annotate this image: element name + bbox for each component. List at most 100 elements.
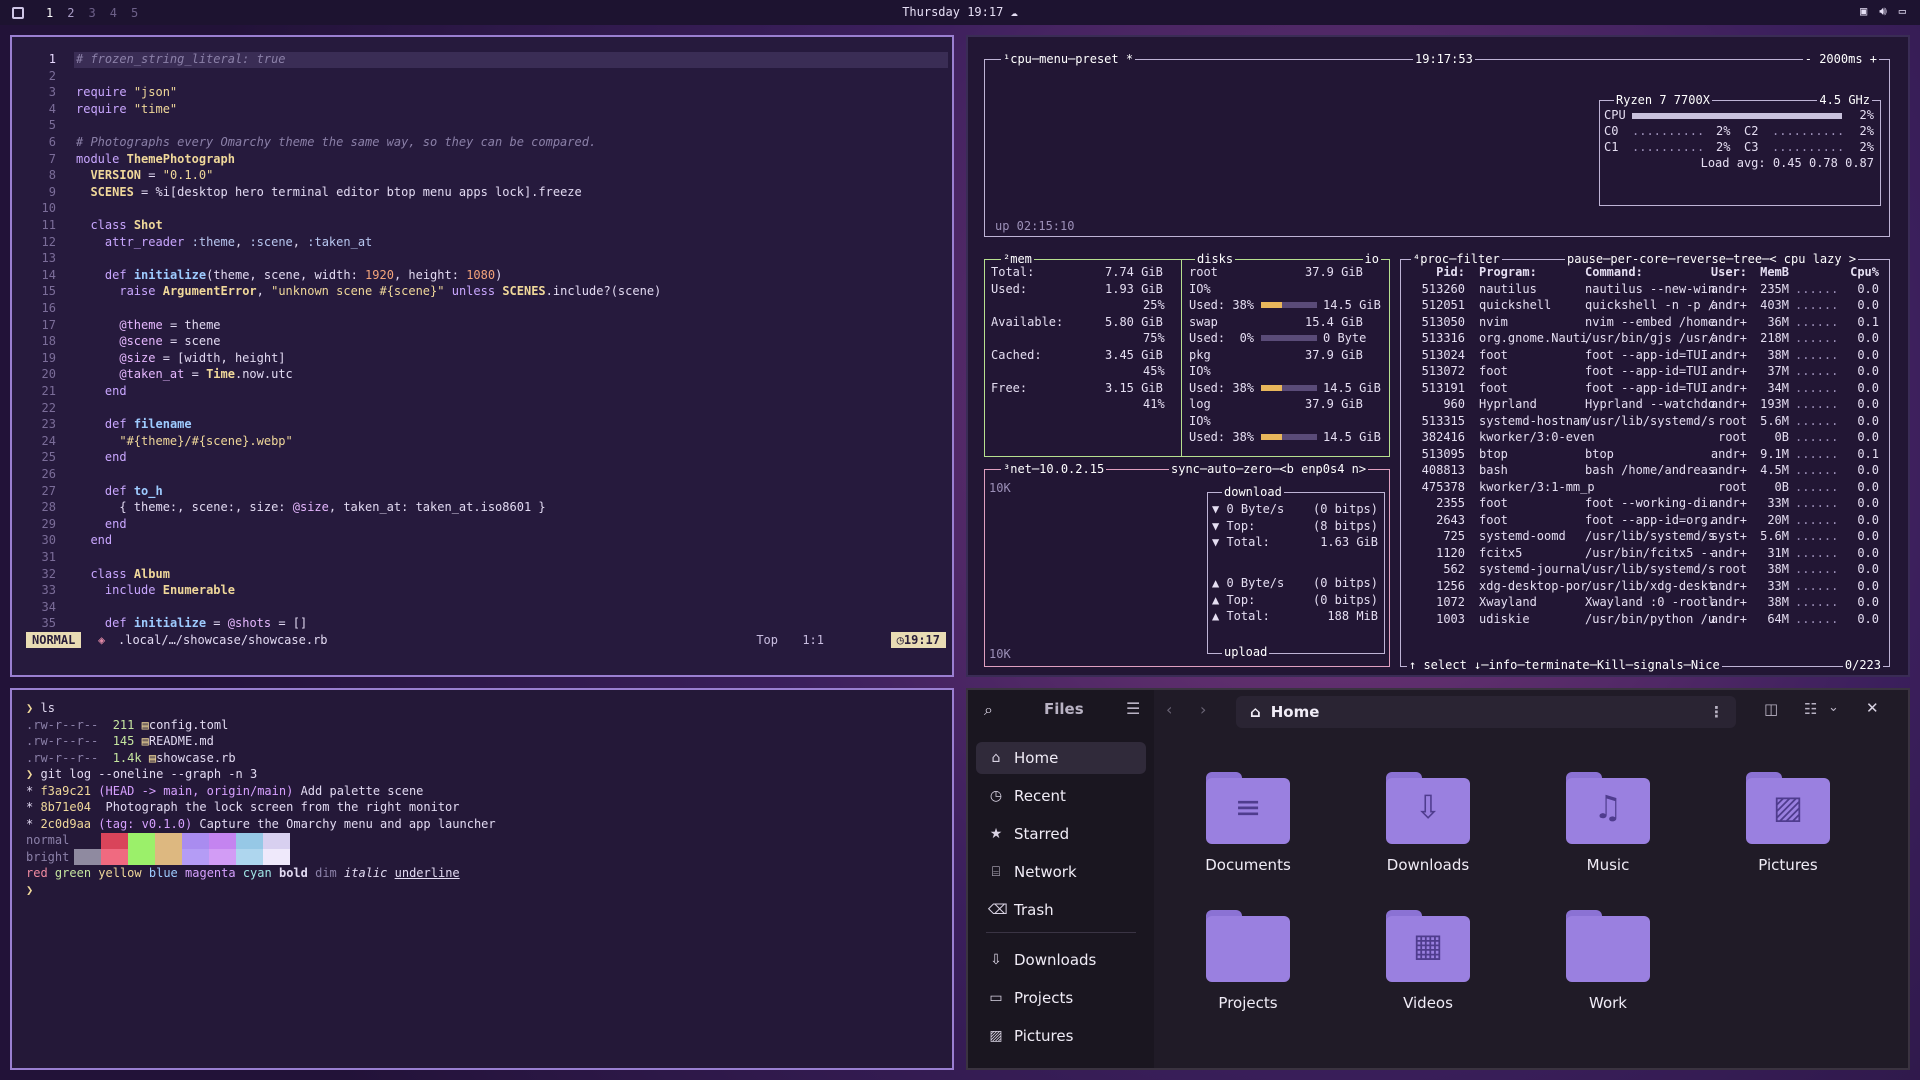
launcher-icon[interactable] [12, 6, 24, 19]
sidebar-item-downloads[interactable]: ⇩ Downloads [976, 944, 1146, 976]
folder-documents[interactable]: ≡ Documents [1178, 772, 1318, 874]
prompt-line[interactable]: ❯ ls [26, 700, 55, 717]
prompt-line[interactable]: ❯ git log --oneline --graph -n 3 [26, 766, 257, 783]
path-bar[interactable]: ⌂ Home ⋮ [1236, 696, 1736, 728]
net-zero-button[interactable]: zero [1243, 462, 1272, 476]
proc-kill[interactable]: Kill [1597, 658, 1626, 672]
preset-button[interactable]: preset * [1075, 52, 1133, 66]
mem-row-label: Available: [991, 314, 1064, 329]
net-auto-button[interactable]: auto [1207, 462, 1236, 476]
code-line[interactable]: 32 class Album [12, 566, 952, 583]
folder-downloads[interactable]: ⇩ Downloads [1358, 772, 1498, 874]
camera-icon[interactable]: ◫ [1764, 700, 1778, 718]
cpu-title[interactable]: ¹cpu [1003, 52, 1032, 66]
sidebar-item-starred[interactable]: ★ Starred [976, 818, 1146, 850]
code-line[interactable]: 25 end [12, 449, 952, 466]
code-line[interactable]: 23 def filename [12, 416, 952, 433]
proc-signals[interactable]: signals [1633, 658, 1684, 672]
code-line[interactable]: 7 module ThemePhotograph [12, 151, 952, 168]
chevron-down-icon[interactable]: ⌄ [1828, 700, 1839, 715]
sidebar-item-pictures[interactable]: ▨ Pictures [976, 1020, 1146, 1052]
files-window[interactable]: ⌕ Files ☰ ⌂ Home ◷ Recent ★ Starred ⌸ Network ⌫ T… [966, 688, 1910, 1070]
code-line[interactable]: 16 [12, 300, 952, 317]
search-icon[interactable]: ⌕ [984, 700, 993, 720]
workspace-1[interactable]: 1 [46, 6, 53, 20]
workspace-3[interactable]: 3 [88, 6, 95, 20]
neovim-window[interactable]: 1 # frozen_string_literal: true 2 3 require … [10, 35, 954, 677]
net-interface-selector[interactable]: <b enp0s4 n> [1279, 462, 1366, 476]
close-icon[interactable]: ✕ [1866, 699, 1879, 717]
proc-cell: 513050 [1421, 314, 1465, 329]
code-line[interactable]: 30 end [12, 532, 952, 549]
back-arrow-icon[interactable]: ‹ [1166, 700, 1172, 719]
code-line[interactable]: 17 @theme = theme [12, 317, 952, 334]
sidebar-item-network[interactable]: ⌸ Network [976, 856, 1146, 888]
screen-icon[interactable]: ▣ [1860, 4, 1867, 19]
list-view-icon[interactable]: ☷ [1804, 700, 1817, 718]
code-line[interactable]: 19 @size = [width, height] [12, 350, 952, 367]
display-icon[interactable]: ▭ [1899, 4, 1906, 19]
sidebar-item-trash[interactable]: ⌫ Trash [976, 894, 1146, 926]
cpu-box-title: ¹cpu─menu─preset * [1001, 52, 1136, 66]
code-line[interactable]: 14 def initialize(theme, scene, width: 1… [12, 267, 952, 284]
proc-info[interactable]: info [1488, 658, 1517, 672]
file-name: config.toml [148, 717, 229, 732]
folder-videos[interactable]: ▦ Videos [1358, 910, 1498, 1012]
sidebar-item-home[interactable]: ⌂ Home [976, 742, 1146, 774]
sidebar-item-recent[interactable]: ◷ Recent [976, 780, 1146, 812]
color-swatch [128, 832, 155, 849]
clock[interactable]: Thursday 19:17 ☁ [0, 5, 1920, 19]
btop-window[interactable]: ¹cpu─menu─preset * 19:17:53 - 2000ms + R… [966, 35, 1910, 677]
code-line[interactable]: 35 def initialize = @shots = [] [12, 615, 952, 632]
path-menu-icon[interactable]: ⋮ [1709, 703, 1724, 721]
code-line[interactable]: 3 require "json" [12, 84, 952, 101]
code-line[interactable]: 1 # frozen_string_literal: true [12, 51, 952, 68]
path-label: Home [1270, 703, 1320, 721]
code-line[interactable]: 12 attr_reader :theme, :scene, :taken_at [12, 234, 952, 251]
workspace-4[interactable]: 4 [110, 6, 117, 20]
forward-arrow-icon[interactable]: › [1200, 700, 1206, 719]
code-line[interactable]: 13 [12, 250, 952, 267]
code-line[interactable]: 11 class Shot [12, 217, 952, 234]
code-line[interactable]: 4 require "time" [12, 101, 952, 118]
update-interval[interactable]: - 2000ms + [1802, 52, 1879, 66]
terminal-window[interactable]: ❯ ls .rw-r--r-- 211 ▤config.toml .rw-r--r-… [10, 688, 954, 1070]
hamburger-menu-icon[interactable]: ☰ [1126, 699, 1140, 718]
code-line[interactable]: 10 [12, 200, 952, 217]
code-line[interactable]: 20 @taken_at = Time.now.utc [12, 366, 952, 383]
code-line[interactable]: 31 [12, 549, 952, 566]
code-line[interactable]: 28 { theme:, scene:, size: @size, taken_… [12, 499, 952, 516]
line-code: end [90, 533, 113, 548]
proc-nice[interactable]: Nice [1691, 658, 1720, 672]
code-line[interactable]: 33 include Enumerable [12, 582, 952, 599]
code-line[interactable]: 22 [12, 400, 952, 417]
sidebar-item-projects[interactable]: ▭ Projects [976, 982, 1146, 1014]
code-line[interactable]: 8 VERSION = "0.1.0" [12, 167, 952, 184]
folder-projects[interactable]: Projects [1178, 910, 1318, 1012]
volume-icon[interactable]: 🔊︎ [1879, 4, 1887, 19]
disks-io-toggle[interactable]: io [1362, 252, 1381, 266]
workspace-5[interactable]: 5 [131, 6, 138, 20]
code-line[interactable]: 15 raise ArgumentError, "unknown scene #… [12, 283, 952, 300]
proc-select[interactable]: ↑ select ↓ [1409, 658, 1481, 672]
code-line[interactable]: 18 @scene = scene [12, 333, 952, 350]
code-line[interactable]: 34 [12, 599, 952, 616]
code-line[interactable]: 9 SCENES = %i[desktop hero terminal edit… [12, 184, 952, 201]
net-sync-button[interactable]: sync [1171, 462, 1200, 476]
code-line[interactable]: 6 # Photographs every Omarchy theme the s… [12, 134, 952, 151]
code-line[interactable]: 24 "#{theme}/#{scene}.webp" [12, 433, 952, 450]
folder-work[interactable]: Work [1538, 910, 1678, 1012]
workspace-2[interactable]: 2 [67, 6, 74, 20]
code-line[interactable]: 5 [12, 117, 952, 134]
menu-button[interactable]: menu [1039, 52, 1068, 66]
code-line[interactable]: 2 [12, 68, 952, 85]
folder-music[interactable]: ♫ Music [1538, 772, 1678, 874]
code-line[interactable]: 21 end [12, 383, 952, 400]
proc-terminate[interactable]: terminate [1525, 658, 1590, 672]
code-line[interactable]: 27 def to_h [12, 483, 952, 500]
folder-pictures[interactable]: ▨ Pictures [1718, 772, 1858, 874]
code-line[interactable]: 29 end [12, 516, 952, 533]
code-line[interactable]: 26 [12, 466, 952, 483]
prompt-line[interactable]: ❯ [26, 882, 33, 899]
net-title[interactable]: ³net [1003, 462, 1032, 476]
